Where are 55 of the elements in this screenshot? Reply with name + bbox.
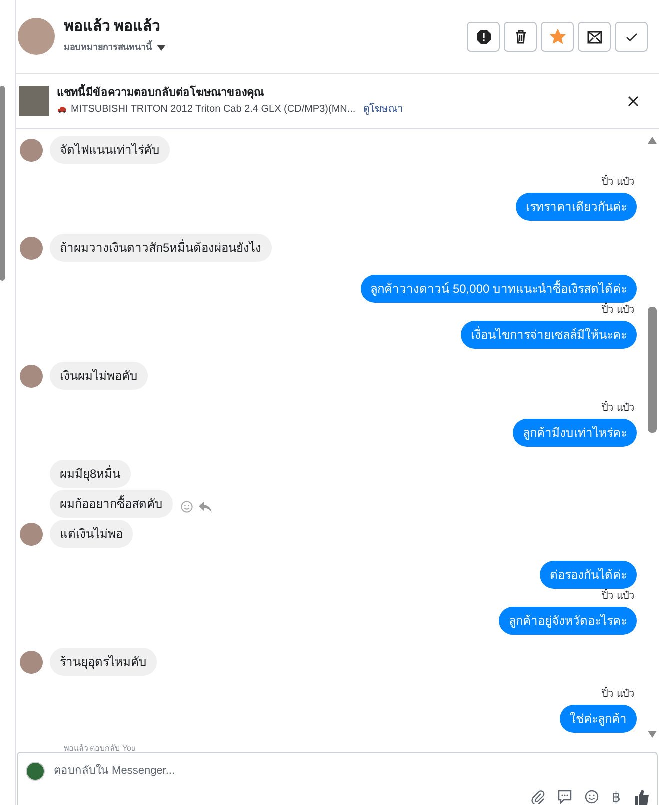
received-message: เงินผมไม่พอคับ — [50, 362, 148, 390]
sender-name: ปิ๋ว แป๋ว — [602, 689, 635, 701]
received-message: ร้านยุอุดรไหมคับ — [50, 648, 157, 676]
sent-message: เงื่อนไขการจ่ายเซลล์มีให้นะคะ — [461, 321, 637, 349]
ad-notice-title: แชทนี้มีข้อความตอบกลับต่อโฆษณาของคุณ — [57, 86, 404, 100]
received-message: ผมมียุ8หมื่น — [50, 460, 131, 488]
star-icon — [550, 28, 566, 44]
reply-composer[interactable]: ตอบกลับใน Messenger... ฿ — [17, 752, 658, 805]
sender-name: ปิ๋ว แป๋ว — [602, 403, 635, 415]
car-icon — [57, 106, 67, 112]
received-message: ถ้าผมวางเงินดาวสัก5หมื่นต้องผ่อนยังไง — [50, 234, 272, 262]
sender-name: ปิ๋ว แป๋ว — [602, 177, 635, 189]
seen-note: พอแล้ว ตอบกลับ You — [64, 743, 137, 755]
sent-message: ลูกค้ามีงบเท่าไหร่คะ — [513, 419, 637, 447]
ad-thumbnail — [19, 86, 49, 116]
assign-label: มอบหมายการสนทนานี้ — [64, 41, 152, 54]
emoji-icon[interactable] — [585, 790, 599, 804]
sent-message: เรทราคาเดียวกันค่ะ — [516, 193, 637, 221]
sender-avatar — [20, 650, 43, 674]
scroll-up-icon[interactable] — [648, 137, 657, 144]
envelope-icon — [586, 28, 602, 44]
sender-avatar — [20, 522, 43, 546]
exclamation-icon — [476, 28, 492, 44]
scroll-down-icon[interactable] — [648, 731, 657, 738]
sender-avatar — [20, 138, 43, 162]
sender-avatar — [20, 236, 43, 260]
left-scrollbar-thumb[interactable] — [0, 86, 5, 281]
spam-button[interactable] — [467, 22, 500, 52]
chat-bubble-icon[interactable] — [558, 790, 572, 804]
profile-avatar — [18, 18, 55, 55]
delete-button[interactable] — [504, 22, 537, 52]
sender-avatar — [20, 364, 43, 388]
reply-icon[interactable] — [199, 502, 212, 512]
caret-icon[interactable] — [157, 45, 166, 51]
received-message: แต่เงินไม่พอ — [50, 520, 133, 548]
received-message: จัดไฟแนนเท่าไร่คับ — [50, 136, 170, 164]
currency-button[interactable]: ฿ — [612, 789, 621, 805]
close-icon[interactable] — [628, 96, 639, 106]
star-button[interactable] — [541, 22, 574, 52]
reply-input[interactable]: ตอบกลับใน Messenger... — [54, 763, 657, 780]
view-ad-link[interactable]: ดูโฆษณา — [364, 102, 404, 116]
contact-name: พอแล้ว พอแล้ว — [64, 18, 162, 36]
sender-name: ปิ๋ว แป๋ว — [602, 591, 635, 603]
sent-message: ลูกค้าอยู่จังหวัดอะไรคะ — [499, 607, 637, 635]
sender-name: ปิ๋ว แป๋ว — [602, 305, 635, 317]
thumbs-up-icon[interactable] — [634, 789, 650, 805]
ad-subtitle: MITSUBISHI TRITON 2012 Triton Cab 2.4 GLX (CD/MP3)(MN... — [71, 102, 356, 116]
paperclip-icon[interactable] — [531, 790, 545, 804]
scrollbar-thumb[interactable] — [648, 307, 657, 433]
received-message: ผมก้ออยากซื้อสดคับ — [50, 490, 173, 518]
page-logo — [26, 762, 45, 781]
sent-message: ต่อรองกันได้ค่ะ — [540, 561, 637, 589]
unread-button[interactable] — [578, 22, 611, 52]
sent-message: ใช่ค่ะลูกค้า — [560, 705, 637, 733]
sent-message: ลูกค้าวางดาวน์ 50,000 บาทแนะนำซื้อเงิรสดได้ค่ะ — [360, 275, 637, 303]
